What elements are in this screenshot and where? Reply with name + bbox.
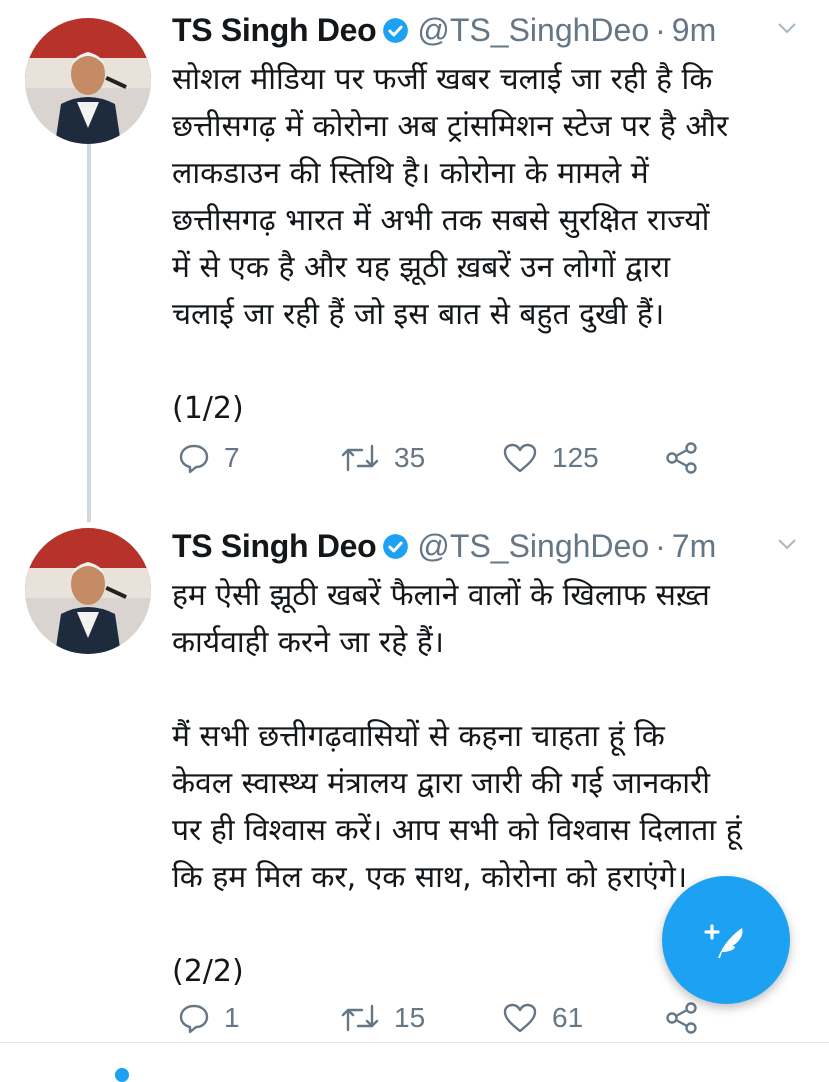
chevron-down-icon[interactable] bbox=[775, 532, 799, 556]
like-count: 125 bbox=[552, 442, 599, 473]
reply-icon bbox=[179, 1004, 209, 1034]
separator: · bbox=[655, 527, 666, 564]
reply-button[interactable]: 1 bbox=[178, 998, 240, 1038]
separator: · bbox=[655, 11, 666, 48]
share-icon bbox=[666, 442, 697, 474]
heart-icon bbox=[503, 1003, 537, 1033]
reply-count: 1 bbox=[224, 1002, 240, 1033]
share-button[interactable] bbox=[664, 438, 700, 478]
reply-button[interactable]: 7 bbox=[178, 438, 240, 478]
heart-icon bbox=[503, 443, 537, 473]
verified-badge-icon bbox=[383, 17, 409, 43]
tweet-header: TS Singh Deo @TS_SinghDeo · 7m bbox=[172, 524, 805, 568]
avatar[interactable] bbox=[25, 18, 151, 144]
share-icon bbox=[666, 1002, 697, 1034]
reply-icon bbox=[179, 444, 209, 474]
retweet-count: 35 bbox=[394, 442, 426, 473]
reply-count: 7 bbox=[224, 442, 240, 473]
retweet-button[interactable]: 35 bbox=[340, 438, 425, 478]
bottom-divider bbox=[0, 1042, 829, 1043]
retweet-icon bbox=[341, 1004, 379, 1032]
retweet-count: 15 bbox=[394, 1002, 426, 1033]
author-handle[interactable]: @TS_SinghDeo bbox=[417, 528, 649, 565]
tweet-header: TS Singh Deo @TS_SinghDeo · 9m bbox=[172, 8, 805, 52]
author-name[interactable]: TS Singh Deo bbox=[172, 12, 377, 49]
timestamp[interactable]: 7m bbox=[672, 528, 716, 565]
chevron-down-icon[interactable] bbox=[775, 16, 799, 40]
notification-dot bbox=[115, 1068, 129, 1082]
retweet-button[interactable]: 15 bbox=[340, 998, 425, 1038]
author-name[interactable]: TS Singh Deo bbox=[172, 528, 377, 565]
thread-connector-line bbox=[87, 142, 91, 522]
share-button[interactable] bbox=[664, 998, 700, 1038]
avatar[interactable] bbox=[25, 528, 151, 654]
like-button[interactable]: 61 bbox=[502, 998, 583, 1038]
like-count: 61 bbox=[552, 1002, 584, 1033]
compose-tweet-icon bbox=[704, 924, 743, 958]
like-button[interactable]: 125 bbox=[502, 438, 599, 478]
compose-tweet-button[interactable] bbox=[662, 876, 790, 1004]
author-handle[interactable]: @TS_SinghDeo bbox=[417, 12, 649, 49]
timestamp[interactable]: 9m bbox=[672, 12, 716, 49]
retweet-icon bbox=[341, 444, 379, 472]
verified-badge-icon bbox=[383, 533, 409, 559]
tweet-text: सोशल मीडिया पर फर्जी खबर चलाई जा रही है … bbox=[172, 62, 729, 426]
